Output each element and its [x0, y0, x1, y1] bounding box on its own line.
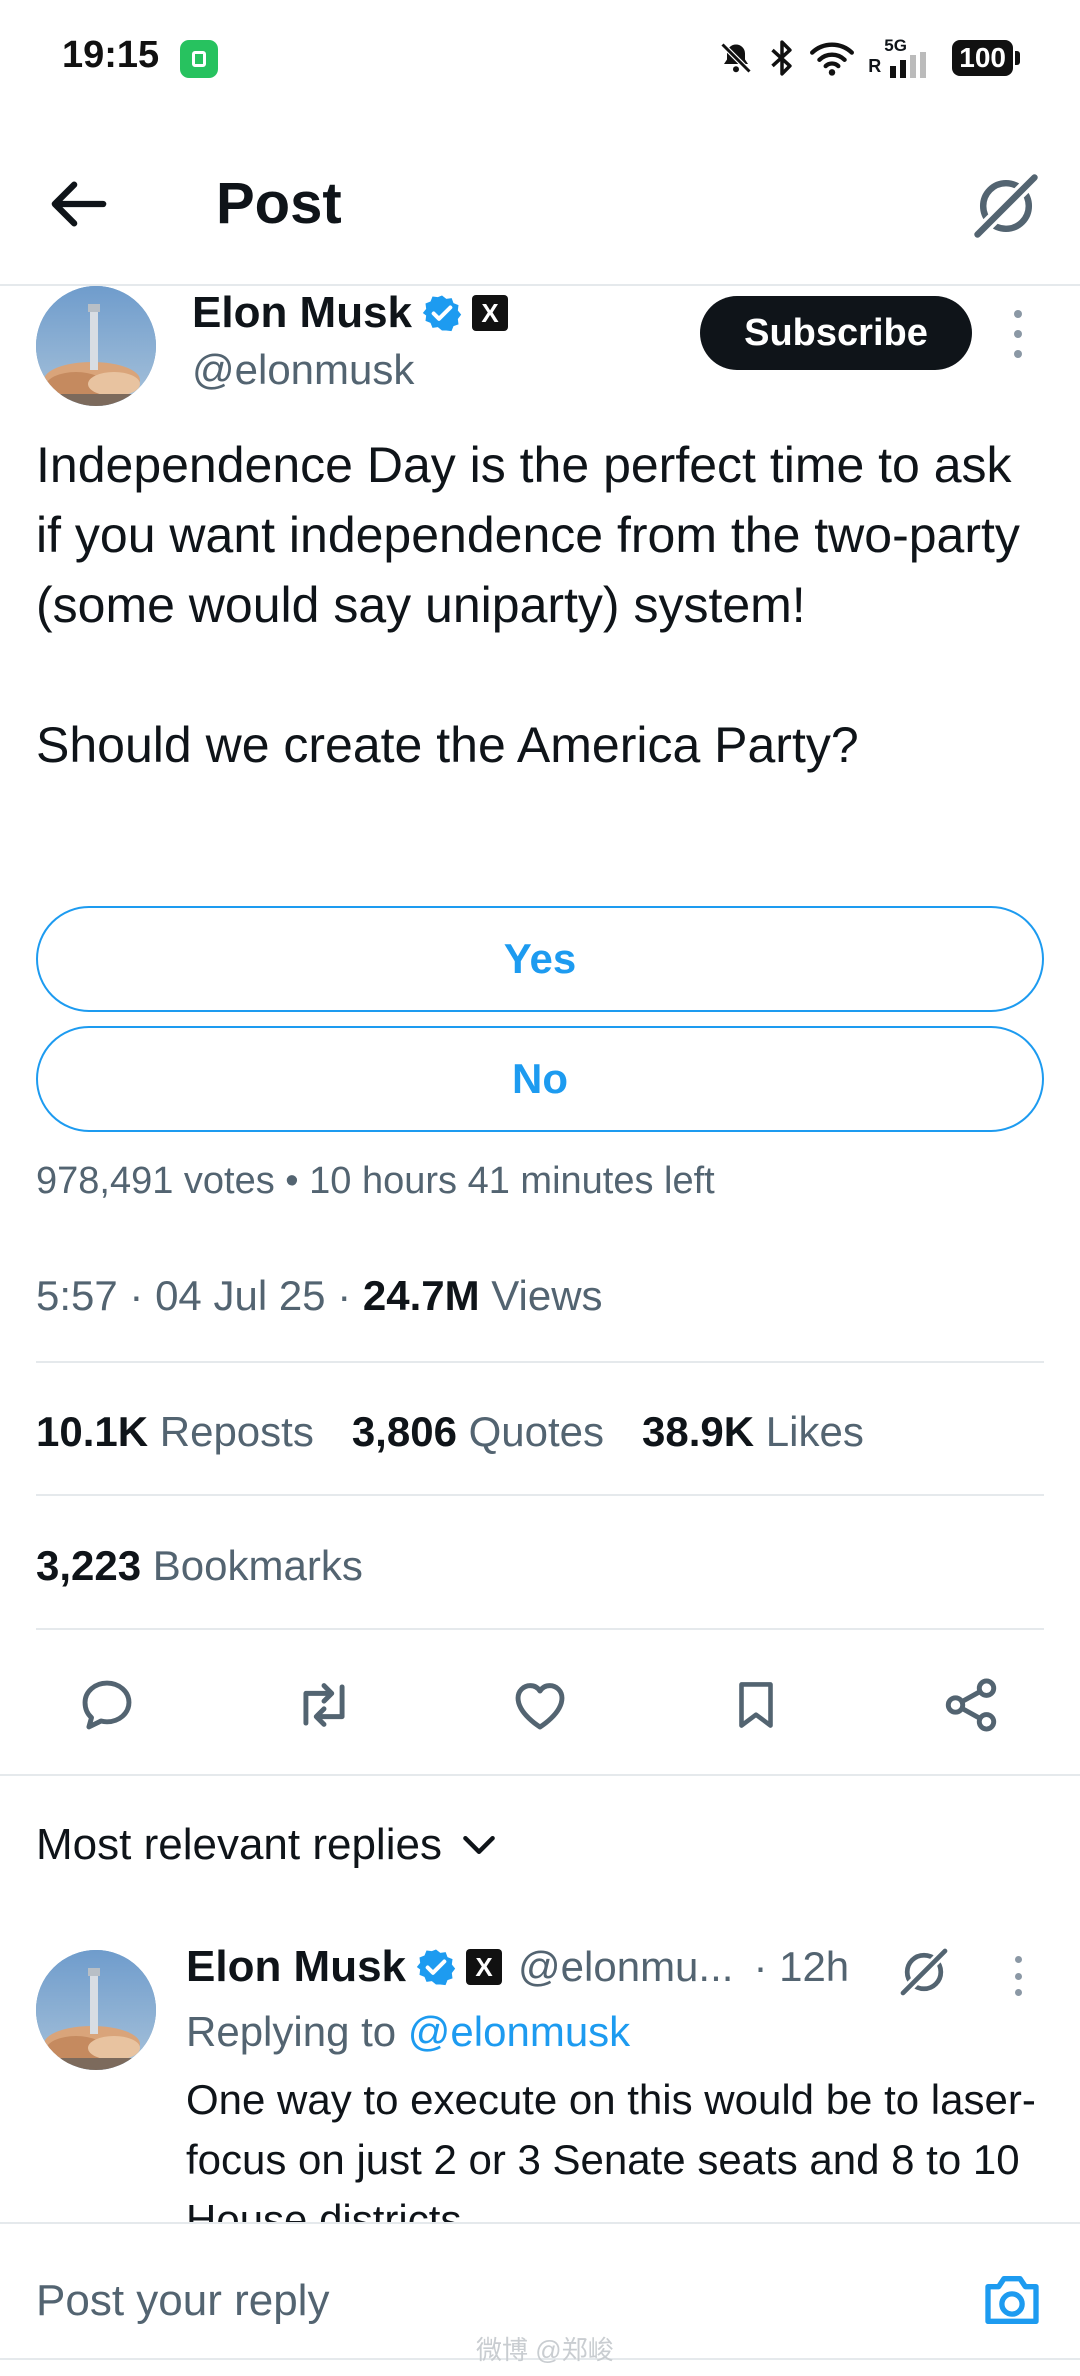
reply-header: Elon Musk X @elonmu... · 12h — [186, 1942, 849, 1992]
quotes-stat[interactable]: 3,806 Quotes — [352, 1408, 604, 1456]
app-notification-icon — [180, 40, 218, 78]
app-header: Post — [0, 120, 1080, 286]
watermark: 微博 @郑峻 — [476, 2335, 614, 2365]
author-avatar[interactable] — [36, 286, 156, 406]
grok-icon — [974, 174, 1038, 238]
divider — [36, 1361, 1044, 1363]
reply-grok-button[interactable] — [896, 1944, 952, 2000]
battery-level: 100 — [952, 40, 1013, 76]
rocket-launch-image — [36, 1950, 156, 2070]
poll-option-no[interactable]: No — [36, 1026, 1044, 1132]
subscribe-button[interactable]: Subscribe — [700, 296, 972, 370]
share-button[interactable] — [936, 1670, 1006, 1740]
camera-icon — [985, 2276, 1039, 2324]
poll-option-yes[interactable]: Yes — [36, 906, 1044, 1012]
reply-more-options-button[interactable] — [1006, 1956, 1030, 1996]
bookmark-button[interactable] — [721, 1670, 791, 1740]
author-name[interactable]: Elon Musk — [192, 288, 412, 338]
heart-icon — [515, 1683, 565, 1730]
post-meta: 5:57 · 04 Jul 25 · 24.7M Views — [36, 1272, 603, 1320]
reply-body: One way to execute on this would be to l… — [186, 2070, 1056, 2222]
x-affiliation-badge: X — [466, 1949, 503, 1985]
post-timestamp[interactable]: 5:57 · 04 Jul 25 · — [36, 1272, 363, 1319]
more-options-button[interactable] — [1006, 310, 1030, 358]
status-time: 19:15 — [62, 34, 160, 76]
reply-input[interactable]: Post your reply — [36, 2276, 329, 2326]
bookmarks-stats: 3,223 Bookmarks — [36, 1542, 363, 1590]
action-bar — [0, 1640, 1080, 1770]
page-title: Post — [216, 171, 342, 236]
mute-icon — [720, 42, 752, 74]
repost-icon — [303, 1683, 345, 1727]
rocket-launch-image — [36, 286, 156, 406]
like-button[interactable] — [505, 1670, 575, 1740]
post-author[interactable]: Elon Musk X — [192, 288, 509, 338]
bluetooth-icon — [771, 40, 792, 76]
replying-to: Replying to @elonmusk — [186, 2008, 631, 2055]
verified-badge-icon — [416, 1949, 456, 1986]
status-icons: 5G R 100 — [718, 36, 1020, 80]
replies-sort-dropdown[interactable]: Most relevant replies — [36, 1820, 496, 1870]
likes-stat[interactable]: 38.9K Likes — [642, 1408, 864, 1456]
chevron-down-icon — [463, 1835, 495, 1855]
views-label: Views — [479, 1272, 603, 1319]
poll-summary: 978,491 votes • 10 hours 41 minutes left — [36, 1160, 715, 1202]
bookmark-icon — [739, 1682, 773, 1728]
engagement-stats: 10.1K Reposts 3,806 Quotes 38.9K Likes — [36, 1408, 864, 1456]
replying-to-link[interactable]: @elonmusk — [408, 2008, 630, 2055]
reposts-stat[interactable]: 10.1K Reposts — [36, 1408, 314, 1456]
reply-author-handle[interactable]: @elonmu... — [518, 1943, 733, 1991]
signal-icon — [890, 52, 927, 78]
reply-avatar[interactable] — [36, 1950, 156, 2070]
back-button[interactable] — [50, 174, 120, 234]
verified-badge-icon — [422, 295, 462, 332]
roaming-indicator: R — [868, 56, 882, 76]
reply-author-name[interactable]: Elon Musk — [186, 1942, 406, 1992]
wifi-icon — [810, 42, 855, 76]
reply-text: One way to execute on this would be to l… — [186, 2076, 1036, 2222]
reply-icon — [82, 1680, 132, 1730]
x-affiliation-badge: X — [472, 295, 509, 331]
battery-icon: 100 — [952, 40, 1020, 76]
arrow-left-icon — [51, 181, 107, 227]
reply-button[interactable] — [72, 1670, 142, 1740]
author-handle[interactable]: @elonmusk — [192, 346, 414, 394]
divider — [36, 1628, 1044, 1630]
views-count: 24.7M — [362, 1272, 480, 1319]
camera-button[interactable] — [980, 2270, 1044, 2330]
repost-button[interactable] — [289, 1670, 359, 1740]
grok-icon — [900, 1948, 948, 1996]
divider — [36, 1494, 1044, 1496]
status-bar: 19:15 5G R 100 — [0, 0, 1080, 120]
post-text: Independence Day is the perfect time to … — [36, 437, 1020, 773]
cell-signal: 5G R — [868, 36, 938, 80]
replies-sort-label: Most relevant replies — [36, 1820, 442, 1869]
reply-timestamp: · 12h — [753, 1943, 850, 1990]
bookmarks-stat[interactable]: 3,223 Bookmarks — [36, 1542, 363, 1590]
section-divider — [0, 1774, 1080, 1776]
share-icon — [945, 1678, 997, 1732]
grok-button[interactable] — [968, 168, 1044, 244]
